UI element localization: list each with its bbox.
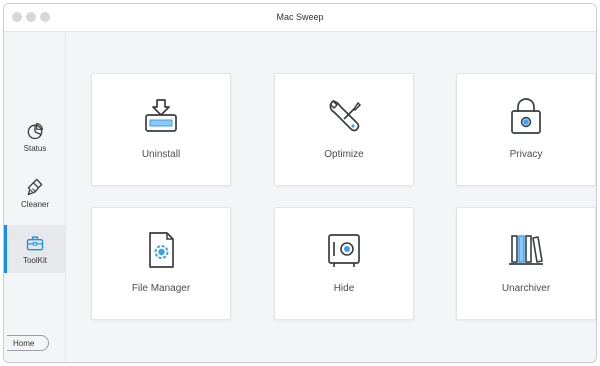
tool-privacy[interactable]: Privacy (456, 73, 596, 186)
sidebar: Status Cleaner ToolKit Home (4, 33, 66, 362)
tool-hide[interactable]: Hide (274, 207, 414, 320)
sidebar-item-cleaner[interactable]: Cleaner (4, 169, 66, 217)
tool-label: File Manager (131, 283, 191, 294)
home-button[interactable]: Home (7, 335, 49, 351)
window-title: Mac Sweep (276, 12, 324, 22)
tool-file-manager[interactable]: File Manager (91, 207, 231, 320)
brush-icon (27, 178, 43, 196)
tool-label: Unarchiver (501, 283, 551, 294)
tool-optimize[interactable]: Optimize (274, 73, 414, 186)
wrench-icon (324, 96, 364, 136)
app-window: Mac Sweep Status Cleaner ToolKit Home Un… (3, 3, 597, 363)
sidebar-item-label: Cleaner (20, 200, 49, 209)
books-icon (506, 230, 546, 270)
tool-label: Uninstall (141, 149, 181, 160)
title-bar: Mac Sweep (4, 4, 596, 32)
tool-label: Optimize (324, 149, 364, 160)
tool-uninstall[interactable]: Uninstall (91, 73, 231, 186)
sidebar-item-status[interactable]: Status (4, 113, 66, 161)
file-gear-icon (141, 230, 181, 270)
uninstall-icon (141, 96, 181, 136)
sidebar-item-toolkit[interactable]: ToolKit (4, 225, 66, 273)
tool-label: Privacy (509, 149, 543, 160)
toolbox-icon (26, 236, 44, 251)
tool-label: Hide (333, 283, 355, 294)
sidebar-item-label: ToolKit (22, 256, 47, 265)
sidebar-item-label: Status (23, 144, 47, 153)
pie-chart-icon (27, 122, 44, 140)
tool-unarchiver[interactable]: Unarchiver (456, 207, 596, 320)
lock-icon (506, 96, 546, 136)
safe-icon (324, 230, 364, 270)
